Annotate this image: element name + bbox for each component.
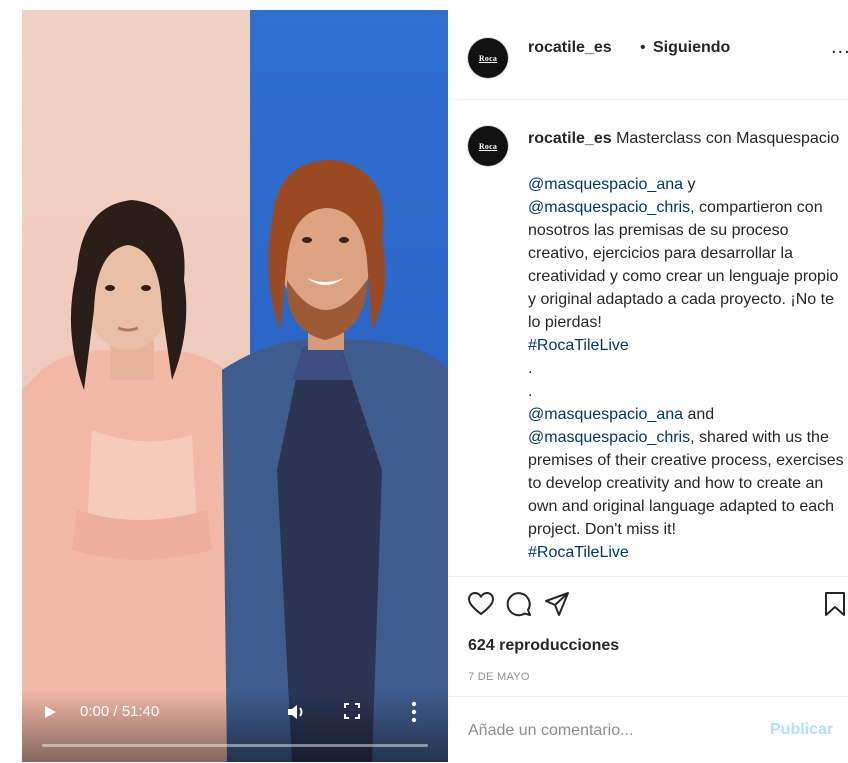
- share-icon[interactable]: [544, 591, 570, 617]
- roca-logo: Roca: [478, 53, 498, 63]
- post-header: Roca rocatile_es • Siguiendo ...: [448, 10, 848, 100]
- comment-bar: Publicar: [448, 696, 848, 763]
- caption-avatar[interactable]: Roca: [468, 126, 508, 166]
- woman-figure: [22, 200, 247, 762]
- instagram-post-view: 0:00 / 51:40 Roca rocatile_es • Siguiend…: [0, 0, 848, 763]
- mention-link[interactable]: @masquespacio_chris: [528, 199, 690, 216]
- volume-icon[interactable]: [286, 702, 306, 722]
- more-options-vertical-icon[interactable]: [410, 701, 418, 723]
- hashtag-link[interactable]: #RocaTileLive: [528, 337, 629, 354]
- post-caption: rocatile_es Masterclass con Masquespacio…: [528, 127, 846, 564]
- seek-bar[interactable]: [42, 744, 428, 747]
- play-icon[interactable]: [42, 704, 58, 720]
- caption-scroll-area[interactable]: Roca rocatile_es Masterclass con Masques…: [448, 100, 848, 576]
- header-separator: •: [640, 39, 646, 56]
- bookmark-icon[interactable]: [822, 591, 848, 617]
- video-time: 0:00 / 51:40: [80, 703, 160, 720]
- post-date: 7 DE MAYO: [468, 671, 530, 683]
- caption-text: and: [683, 406, 715, 423]
- caption-text: , compartieron con nosotros las premisas…: [528, 199, 839, 331]
- avatar[interactable]: Roca: [468, 38, 508, 78]
- caption-dot: .: [528, 360, 533, 377]
- following-button[interactable]: Siguiendo: [653, 39, 730, 57]
- roca-logo: Roca: [478, 141, 498, 151]
- mention-link[interactable]: @masquespacio_chris: [528, 429, 690, 446]
- caption-paragraph-en: @masquespacio_ana and @masquespacio_chri…: [528, 403, 846, 541]
- action-bar: 624 reproducciones 7 DE MAYO: [448, 576, 848, 697]
- post-side-panel: Roca rocatile_es • Siguiendo ... Roca ro…: [448, 10, 848, 762]
- caption-paragraph-es: @masquespacio_ana y @masquespacio_chris,…: [528, 173, 846, 334]
- more-options-icon[interactable]: ...: [831, 36, 848, 59]
- caption-title-line: rocatile_es Masterclass con Masquespacio: [528, 127, 846, 150]
- video-frame-illustration: [22, 160, 448, 762]
- username-link[interactable]: rocatile_es: [528, 39, 612, 57]
- caption-username[interactable]: rocatile_es: [528, 130, 612, 147]
- publish-button[interactable]: Publicar: [770, 721, 833, 739]
- comment-input[interactable]: [468, 719, 758, 743]
- heart-icon[interactable]: [468, 591, 494, 617]
- video-controls: 0:00 / 51:40: [22, 690, 448, 762]
- comment-icon[interactable]: [506, 591, 532, 617]
- man-figure: [222, 160, 448, 762]
- caption-text: y: [683, 176, 696, 193]
- caption-dot: .: [528, 383, 533, 400]
- fullscreen-icon[interactable]: [344, 703, 360, 719]
- mention-link[interactable]: @masquespacio_ana: [528, 406, 683, 423]
- hashtag-link[interactable]: #RocaTileLive: [528, 544, 629, 561]
- mention-link[interactable]: @masquespacio_ana: [528, 176, 683, 193]
- caption-title: Masterclass con Masquespacio: [616, 130, 840, 147]
- view-count[interactable]: 624 reproducciones: [468, 637, 619, 655]
- video-player[interactable]: 0:00 / 51:40: [22, 10, 448, 762]
